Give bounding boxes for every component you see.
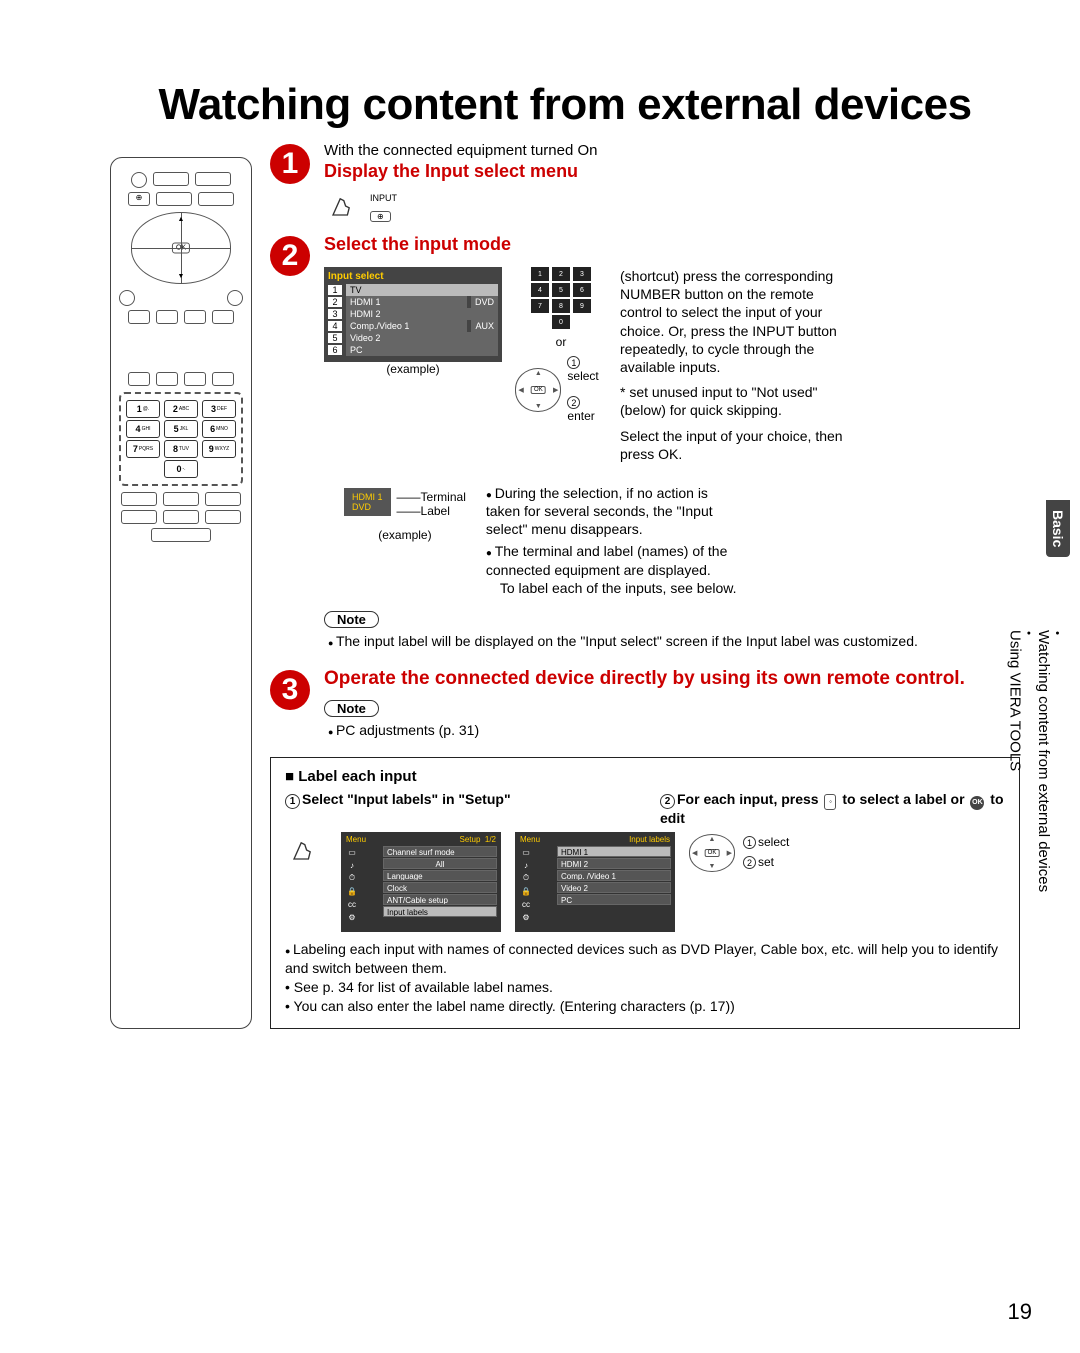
page-number: 19 — [1008, 1299, 1032, 1325]
ok-icon: OK — [970, 796, 984, 810]
settings-icon: ⚙ — [519, 911, 533, 923]
cc-icon: cc — [345, 898, 359, 910]
label-each-input-box: Label each input 1Select "Input labels" … — [270, 757, 1020, 1029]
dpad-icon-2: ▲▼◀▶ OK — [689, 834, 735, 872]
step-3: 3 Operate the connected device directly … — [270, 668, 1020, 747]
note-label: Note — [324, 611, 379, 628]
terminal-label-osd: HDMI 1 DVD — [344, 488, 391, 516]
cc-icon: cc — [519, 898, 533, 910]
settings-icon: ⚙ — [345, 911, 359, 923]
input-button-label: INPUT — [370, 193, 397, 203]
dpad-legend-2: 1select 2set — [743, 835, 789, 869]
dpad-legend: 1select 2enter — [567, 355, 606, 423]
step2-bullet-list: During the selection, if no action is ta… — [486, 484, 746, 601]
label-box-title: Label each input — [285, 768, 1005, 785]
note-label-3: Note — [324, 700, 379, 717]
step-2: 2 Select the input mode Input select 1TV… — [270, 234, 1020, 658]
input-labels-menu-shot: MenuInput labels ▭♪⏱🔒cc⚙ HDMI 1 HDMI 2 C… — [515, 832, 675, 932]
osd-title: Input select — [328, 271, 498, 282]
sub-right-heading: 2For each input, press ◦ to select a lab… — [660, 791, 1005, 826]
step1-intro: With the connected equipment turned On — [324, 142, 1020, 159]
timer-icon: ⏱ — [345, 872, 359, 884]
audio-icon: ♪ — [519, 859, 533, 871]
page-title: Watching content from external devices — [110, 80, 1020, 130]
step1-title: Display the Input select menu — [324, 161, 1020, 182]
press-gesture-icon — [324, 188, 360, 224]
arrow-icon: ◦ — [824, 794, 836, 810]
step2-right-text: (shortcut) press the corresponding NUMBE… — [620, 267, 850, 470]
step2-badge: 2 — [270, 236, 310, 276]
input-button-icon: ⊕ — [370, 211, 391, 222]
side-tab-basic: Basic — [1046, 500, 1070, 557]
tv-icon: ▭ — [519, 846, 533, 858]
input-glyph: ⊕ — [128, 192, 150, 206]
step3-title: Operate the connected device directly by… — [324, 668, 1020, 690]
input-select-osd: Input select 1TV 2HDMI 1DVD 3HDMI 2 4Com… — [324, 267, 502, 362]
step-1: 1 With the connected equipment turned On… — [270, 142, 1020, 224]
ok-button: OK — [172, 243, 190, 254]
step2-note: The input label will be displayed on the… — [328, 632, 1020, 650]
example-caption: (example) — [324, 362, 502, 376]
keypad-shortcut-icon: 123 456 789 0 — [531, 267, 591, 329]
step3-badge: 3 — [270, 670, 310, 710]
step1-badge: 1 — [270, 144, 310, 184]
terminal-caption: Terminal — [421, 490, 466, 504]
label-caption: Label — [421, 504, 450, 518]
label-box-footer: Labeling each input with names of connec… — [285, 940, 1005, 1016]
side-breadcrumb: Watching content from external devices U… — [1005, 630, 1062, 892]
timer-icon: ⏱ — [519, 872, 533, 884]
dpad-icon: ▲▼◀▶ OK — [515, 368, 561, 412]
remote-illustration: ⊕ ▲▼ OK 1@.2ABC3DEF 4GHI5JKL6MNO 7PQRS8T… — [110, 157, 252, 1029]
step3-note: PC adjustments (p. 31) — [328, 721, 1020, 739]
remote-numpad: 1@.2ABC3DEF 4GHI5JKL6MNO 7PQRS8TUV9WXYZ … — [119, 392, 243, 486]
step2-title: Select the input mode — [324, 234, 1020, 255]
setup-menu-shot: MenuSetup 1/2 ▭♪⏱🔒cc⚙ Channel surf mode … — [341, 832, 501, 932]
lock-icon: 🔒 — [519, 885, 533, 897]
example-caption-2: (example) — [344, 528, 466, 542]
or-label: or — [556, 335, 567, 349]
audio-icon: ♪ — [345, 859, 359, 871]
sub-left-heading: 1Select "Input labels" in "Setup" — [285, 791, 630, 809]
remote-dpad: ▲▼ OK — [131, 212, 231, 284]
press-gesture-icon-2 — [285, 832, 321, 868]
tv-icon: ▭ — [345, 846, 359, 858]
lock-icon: 🔒 — [345, 885, 359, 897]
